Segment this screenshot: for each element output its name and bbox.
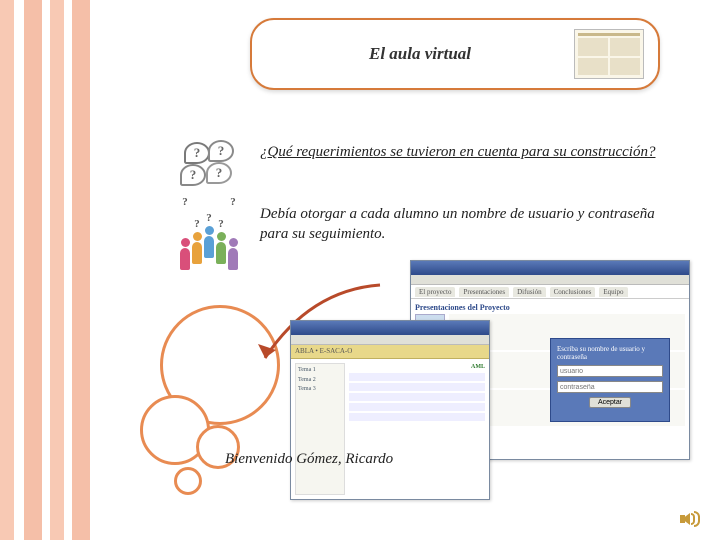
question-text: ¿Qué requerimientos se tuvieron en cuent… bbox=[260, 142, 660, 162]
login-dialog: Escriba su nombre de usuario y contraseñ… bbox=[550, 338, 670, 422]
tab-item: Difusión bbox=[513, 287, 546, 297]
speech-bubble-icon: ? bbox=[208, 140, 234, 162]
window-main: AML bbox=[349, 363, 485, 495]
question-bubbles-icon: ? ? ? ? bbox=[180, 140, 240, 190]
decorative-stripes bbox=[0, 0, 90, 540]
title-box: El aula virtual bbox=[250, 18, 660, 90]
screenshot-collage: El proyecto Presentaciones Difusión Conc… bbox=[290, 260, 700, 530]
login-instruction: Escriba su nombre de usuario y contraseñ… bbox=[557, 345, 663, 361]
browser-window-front: ABLA • E-SACA-O Tema 1 Tema 2 Tema 3 AML bbox=[290, 320, 490, 500]
tab-item: El proyecto bbox=[415, 287, 455, 297]
speech-bubble-icon: ? bbox=[180, 164, 206, 186]
nav-tabs: El proyecto Presentaciones Difusión Conc… bbox=[411, 285, 689, 299]
answer-text: Debía otorgar a cada alumno un nombre de… bbox=[260, 204, 670, 245]
username-input[interactable] bbox=[557, 365, 663, 377]
section-heading: Presentaciones del Proyecto bbox=[415, 303, 685, 312]
tab-item: Equipo bbox=[599, 287, 627, 297]
window-toolbar bbox=[411, 275, 689, 285]
title-thumbnail bbox=[574, 29, 644, 79]
window-toolbar bbox=[291, 335, 489, 345]
sidebar-item: Tema 2 bbox=[298, 376, 342, 386]
sidebar-item: Tema 1 bbox=[298, 366, 342, 376]
sidebar-item: Tema 3 bbox=[298, 385, 342, 395]
main-label: AML bbox=[349, 363, 485, 371]
window-titlebar bbox=[291, 321, 489, 335]
tab-item: Conclusiones bbox=[550, 287, 596, 297]
password-input[interactable] bbox=[557, 381, 663, 393]
decorative-circles bbox=[140, 305, 260, 525]
speech-bubble-icon: ? bbox=[184, 142, 210, 164]
tab-item: Presentaciones bbox=[459, 287, 509, 297]
speaker-icon[interactable] bbox=[680, 510, 702, 528]
welcome-message: Bienvenido Gómez, Ricardo bbox=[225, 450, 405, 470]
speech-bubble-icon: ? bbox=[206, 162, 232, 184]
window-sidebar: Tema 1 Tema 2 Tema 3 bbox=[295, 363, 345, 495]
page-title: El aula virtual bbox=[266, 44, 574, 64]
login-button[interactable]: Aceptar bbox=[589, 397, 631, 408]
people-group-icon: ? ? ? ? ? bbox=[176, 210, 242, 270]
window-titlebar bbox=[411, 261, 689, 275]
window-header: ABLA • E-SACA-O bbox=[291, 345, 489, 359]
